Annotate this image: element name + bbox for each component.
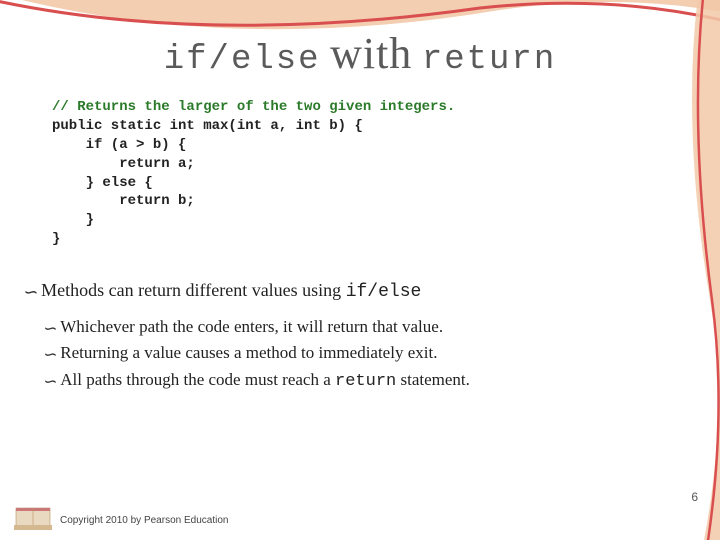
code-line: public static int max(int a, int b) {	[52, 118, 363, 134]
copyright-text: Copyright 2010 by Pearson Education	[60, 515, 228, 526]
sub-bullet-text: Returning a value causes a method to imm…	[60, 343, 437, 362]
code-example: // Returns the larger of the two given i…	[52, 98, 455, 249]
code-line: return b;	[52, 193, 195, 209]
code-line: }	[52, 231, 60, 247]
code-line: if (a > b) {	[52, 137, 186, 153]
sub-bullet-list: ∽Whichever path the code enters, it will…	[42, 314, 470, 395]
code-line: return a;	[52, 156, 195, 172]
bullet-icon: ∽	[42, 316, 56, 342]
bullet-text: Methods can return different values usin…	[41, 280, 346, 300]
title-part-return: return	[422, 41, 556, 79]
decorative-swoosh	[0, 0, 720, 540]
title-part-ifelse: if/else	[164, 41, 321, 79]
sub-bullet-text-b: statement.	[396, 370, 470, 389]
slide-title: if/else with return	[0, 28, 720, 79]
page-number: 6	[691, 490, 698, 504]
bullet-icon: ∽	[22, 282, 37, 303]
title-part-with: with	[330, 29, 412, 78]
bullet-icon: ∽	[42, 342, 56, 368]
sub-bullet-text: Whichever path the code enters, it will …	[60, 317, 443, 336]
code-line: }	[52, 212, 94, 228]
sub-bullet-text-a: All paths through the code must reach a	[60, 370, 335, 389]
list-item: ∽Returning a value causes a method to im…	[42, 340, 470, 366]
list-item: ∽Whichever path the code enters, it will…	[42, 314, 470, 340]
book-icon	[14, 502, 52, 530]
main-bullet: ∽Methods can return different values usi…	[22, 280, 421, 302]
code-comment: // Returns the larger of the two given i…	[52, 99, 455, 115]
bullet-mono: if/else	[346, 282, 422, 302]
bullet-icon: ∽	[42, 369, 56, 395]
list-item: ∽All paths through the code must reach a…	[42, 367, 470, 395]
sub-bullet-mono: return	[335, 372, 396, 391]
code-line: } else {	[52, 175, 153, 191]
